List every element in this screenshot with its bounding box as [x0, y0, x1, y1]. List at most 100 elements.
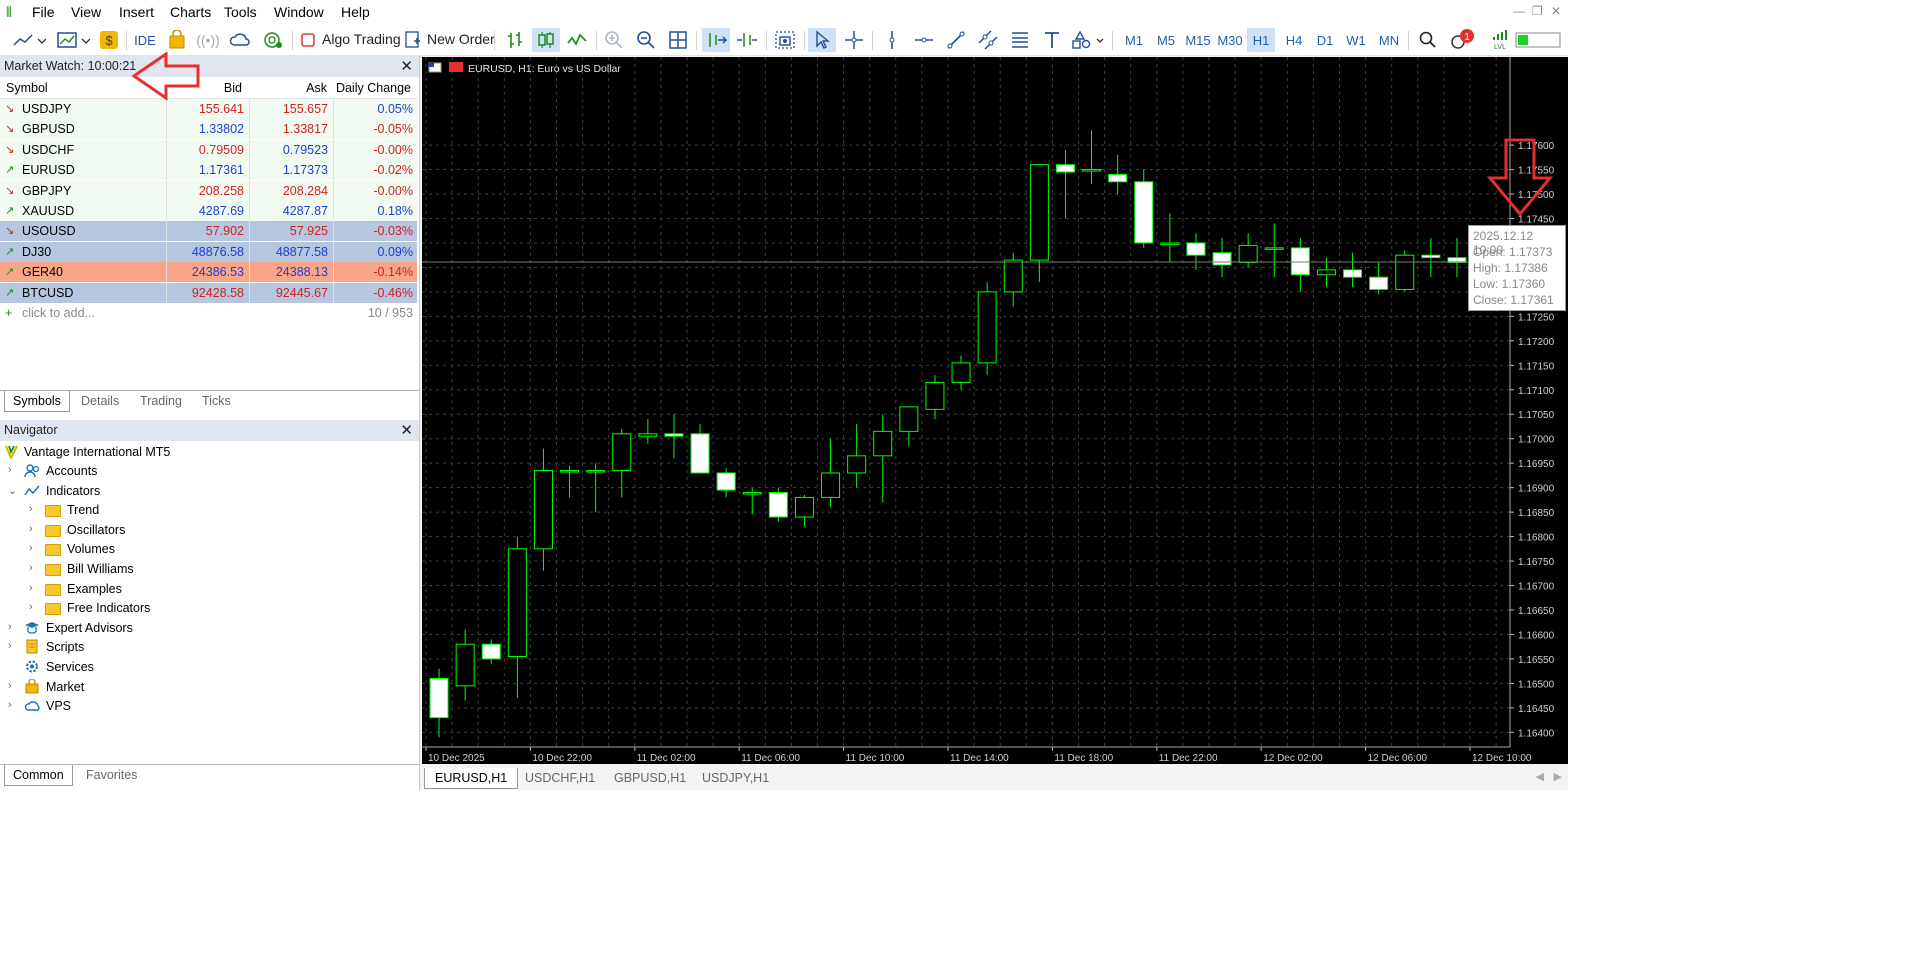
candle-body[interactable]: [925, 381, 945, 410]
algo-trading-button[interactable]: Algo Trading: [322, 31, 401, 47]
tab-trading[interactable]: Trading: [132, 391, 190, 411]
deposit-icon[interactable]: $: [98, 28, 120, 52]
candle-body[interactable]: [586, 470, 606, 473]
timeframe-h1[interactable]: H1: [1247, 28, 1275, 52]
candle-body[interactable]: [821, 472, 841, 498]
timeframe-m5[interactable]: M5: [1151, 28, 1181, 52]
timeframe-m30[interactable]: M30: [1215, 28, 1245, 52]
market-watch-row[interactable]: ↗ DJ30 48876.58 48877.58 0.09%: [0, 241, 417, 262]
timeframe-mn[interactable]: MN: [1373, 28, 1405, 52]
chart-tab-gbpusd[interactable]: GBPUSD,H1: [604, 768, 696, 788]
candle-body[interactable]: [716, 472, 736, 491]
col-bid[interactable]: Bid: [224, 81, 242, 95]
expand-icon[interactable]: ›: [8, 680, 12, 692]
candle-body[interactable]: [847, 455, 867, 474]
candle-body[interactable]: [1108, 173, 1128, 183]
timeframe-m15[interactable]: M15: [1183, 28, 1213, 52]
market-bag-icon[interactable]: [166, 28, 188, 52]
menu-insert[interactable]: Insert: [119, 4, 154, 20]
menu-window[interactable]: Window: [274, 4, 324, 20]
candle-body[interactable]: [429, 677, 449, 719]
ide-button[interactable]: IDE: [132, 28, 158, 52]
expand-icon[interactable]: ›: [29, 542, 33, 554]
candle-body[interactable]: [1421, 254, 1441, 259]
timeframe-m1[interactable]: M1: [1119, 28, 1149, 52]
candle-body[interactable]: [507, 548, 527, 657]
chart-tab-usdchf[interactable]: USDCHF,H1: [515, 768, 605, 788]
autoscroll-icon[interactable]: [702, 28, 730, 52]
candle-body[interactable]: [690, 433, 710, 474]
menu-tools[interactable]: Tools: [224, 4, 257, 20]
candle-body[interactable]: [1029, 164, 1049, 261]
market-watch-row[interactable]: ↘ GBPJPY 208.258 208.284 -0.00%: [0, 180, 417, 201]
expand-icon[interactable]: ›: [29, 503, 33, 515]
market-watch-row[interactable]: ↗ GER40 24386.53 24388.13 -0.14%: [0, 262, 417, 283]
candle-body[interactable]: [977, 291, 997, 364]
chart-tab-usdjpy[interactable]: USDJPY,H1: [692, 768, 779, 788]
algo-trading-icon[interactable]: [300, 28, 316, 52]
vps-toolbar-icon[interactable]: [260, 28, 286, 52]
tab-favorites[interactable]: Favorites: [78, 765, 145, 785]
zoom-out-icon[interactable]: [634, 28, 658, 52]
expand-icon[interactable]: ›: [29, 601, 33, 613]
candle-body[interactable]: [1055, 164, 1075, 173]
col-daily-change[interactable]: Daily Change: [336, 81, 411, 95]
zoom-in-icon[interactable]: [602, 28, 626, 52]
crosshair-icon[interactable]: [842, 28, 866, 52]
candlestick-chart[interactable]: 1.176001.175501.175001.174501.174001.173…: [422, 57, 1568, 764]
candlestick-chart-icon[interactable]: [532, 28, 560, 52]
expand-icon[interactable]: ›: [29, 582, 33, 594]
candle-body[interactable]: [1134, 181, 1154, 244]
bar-chart-icon[interactable]: [502, 28, 528, 52]
candle-body[interactable]: [899, 406, 919, 432]
tab-common[interactable]: Common: [4, 765, 73, 786]
menu-view[interactable]: View: [71, 4, 101, 20]
menu-file[interactable]: File: [32, 4, 55, 20]
text-tool-icon[interactable]: [1040, 28, 1064, 52]
notifications-icon[interactable]: 1: [1448, 28, 1478, 52]
cloud-icon[interactable]: [228, 28, 252, 52]
new-order-button[interactable]: New Order: [427, 31, 495, 47]
add-symbol-icon[interactable]: +: [5, 306, 12, 320]
screenshot-icon[interactable]: [772, 28, 798, 52]
market-watch-row[interactable]: ↗ BTCUSD 92428.58 92445.67 -0.46%: [0, 282, 417, 303]
tab-details[interactable]: Details: [73, 391, 127, 411]
timeframe-w1[interactable]: W1: [1342, 28, 1370, 52]
new-order-icon[interactable]: [404, 28, 422, 52]
close-window-icon[interactable]: ✕: [1551, 4, 1561, 18]
chart-type-dropdown-icon[interactable]: [10, 28, 48, 52]
tab-symbols[interactable]: Symbols: [4, 391, 70, 412]
line-chart-icon[interactable]: [564, 28, 590, 52]
candle-body[interactable]: [533, 470, 553, 550]
candle-body[interactable]: [1212, 252, 1232, 266]
expand-icon[interactable]: ›: [8, 464, 12, 476]
market-watch-row[interactable]: ↘ USOUSD 57.902 57.925 -0.03%: [0, 221, 417, 242]
candle-body[interactable]: [1238, 244, 1258, 264]
chart-tab-eurusd[interactable]: EURUSD,H1: [424, 768, 519, 789]
channel-icon[interactable]: [976, 28, 1000, 52]
timeframe-d1[interactable]: D1: [1311, 28, 1339, 52]
candle-body[interactable]: [1395, 254, 1415, 290]
signals-icon[interactable]: ((•)): [196, 28, 220, 52]
candle-body[interactable]: [951, 362, 971, 383]
expand-icon[interactable]: ›: [29, 562, 33, 574]
market-watch-row[interactable]: ↘ USDJPY 155.641 155.657 0.05%: [0, 99, 417, 119]
candle-body[interactable]: [455, 643, 475, 687]
candle-body[interactable]: [873, 430, 893, 457]
market-watch-row[interactable]: ↘ GBPUSD 1.33802 1.33817 -0.05%: [0, 119, 417, 140]
candle-body[interactable]: [1003, 259, 1023, 293]
candle-body[interactable]: [481, 643, 501, 660]
expand-icon[interactable]: ›: [8, 640, 12, 652]
candle-body[interactable]: [612, 433, 632, 472]
tab-ticks[interactable]: Ticks: [194, 391, 239, 411]
candle-body[interactable]: [560, 470, 580, 473]
fibonacci-icon[interactable]: [1008, 28, 1032, 52]
col-ask[interactable]: Ask: [306, 81, 327, 95]
candle-body[interactable]: [1369, 276, 1389, 290]
vertical-line-icon[interactable]: [880, 28, 904, 52]
restore-icon[interactable]: ❐: [1532, 4, 1543, 18]
click-to-add-link[interactable]: click to add...: [22, 306, 95, 320]
candle-body[interactable]: [1186, 242, 1206, 256]
candle-body[interactable]: [742, 492, 762, 495]
close-market-watch-icon[interactable]: ✕: [400, 57, 413, 75]
